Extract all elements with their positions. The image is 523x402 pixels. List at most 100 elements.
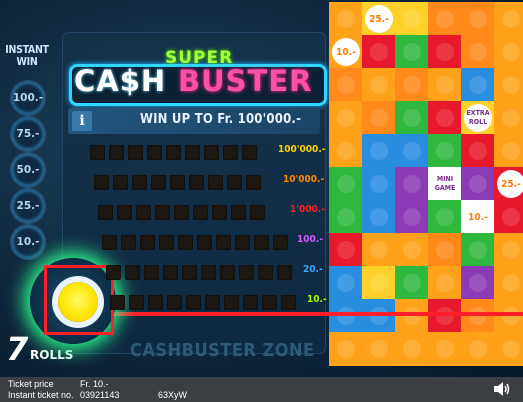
grid-cell — [362, 266, 396, 300]
instant-win-10: 10.- — [10, 224, 46, 260]
instant-win-title-line2: WIN — [16, 56, 38, 68]
grid-cell — [362, 167, 396, 201]
ticket-price-value: Fr. 10.- — [80, 379, 109, 389]
grid-token: 25.- — [365, 5, 393, 33]
grid-token: 10.- — [464, 203, 492, 231]
prize-slot — [166, 145, 181, 160]
grid-cell — [362, 200, 396, 234]
grid-cell — [329, 68, 363, 102]
prize-slot — [185, 145, 200, 160]
prize-label-20: 20.- — [303, 264, 323, 275]
prize-slot — [273, 235, 288, 250]
prize-slot — [136, 205, 151, 220]
instant-win-50: 50.- — [10, 152, 46, 188]
prize-slot — [220, 265, 235, 280]
grid-token: MINI GAME — [431, 170, 459, 198]
grid-cell — [428, 299, 462, 333]
grid-cell — [428, 332, 462, 366]
grid-cell — [395, 299, 429, 333]
speaker-icon[interactable] — [492, 380, 512, 398]
prize-slot — [102, 235, 117, 250]
grid-cell — [428, 101, 462, 135]
prize-slot — [231, 205, 246, 220]
ball[interactable] — [58, 282, 98, 322]
rolls-label: ROLLS — [30, 348, 74, 362]
prize-slot — [147, 145, 162, 160]
prize-slot — [182, 265, 197, 280]
prize-slot — [109, 145, 124, 160]
prize-slot — [216, 235, 231, 250]
instant-win-title: INSTANT WIN — [4, 44, 50, 68]
prize-slot — [254, 235, 269, 250]
prize-slot — [125, 265, 140, 280]
prize-slot — [129, 295, 144, 310]
ticket-no-value: 03921143 — [80, 390, 120, 400]
prize-slot — [250, 205, 265, 220]
grid-cell — [461, 134, 495, 168]
rolls-count: 7 — [6, 330, 29, 368]
prize-slot — [148, 295, 163, 310]
prize-slot — [243, 295, 258, 310]
grid-token: 10.- — [332, 38, 360, 66]
info-icon[interactable]: i — [72, 111, 92, 131]
prize-slot — [208, 175, 223, 190]
prize-slot — [204, 145, 219, 160]
prize-slot — [128, 145, 143, 160]
prize-slot — [151, 175, 166, 190]
prize-slot — [113, 175, 128, 190]
prize-slot — [189, 175, 204, 190]
grid-cell — [395, 35, 429, 69]
prize-slot — [159, 235, 174, 250]
prize-slot — [239, 265, 254, 280]
ticket-code: 63XyW — [158, 390, 188, 400]
prize-slot — [90, 145, 105, 160]
game-grid: 25.- 10.- EXTRA ROLL MINI GAME 25.- 10.- — [329, 0, 523, 377]
grid-cell — [494, 2, 523, 36]
prize-slot — [246, 175, 261, 190]
grid-cell — [428, 134, 462, 168]
grid-cell — [428, 35, 462, 69]
prize-slot — [144, 265, 159, 280]
grid-cell — [329, 134, 363, 168]
prize-slot — [193, 205, 208, 220]
prize-slot — [224, 295, 239, 310]
aim-line — [114, 312, 523, 316]
prize-slot — [212, 205, 227, 220]
grid-cell — [395, 332, 429, 366]
prize-slot — [277, 265, 292, 280]
grid-cell — [329, 2, 363, 36]
prize-slot — [117, 205, 132, 220]
grid-cell — [395, 167, 429, 201]
grid-cell — [395, 2, 429, 36]
grid-cell — [329, 266, 363, 300]
prize-slot — [155, 205, 170, 220]
grid-cell — [461, 299, 495, 333]
prize-label-10000: 10'000.- — [283, 174, 325, 185]
grid-cell — [494, 134, 523, 168]
prize-slot — [258, 265, 273, 280]
ticket-price-label: Ticket price — [8, 379, 54, 389]
grid-cell — [494, 332, 523, 366]
grid-cell — [494, 200, 523, 234]
logo-cash: CA$H — [74, 64, 167, 98]
prize-slot — [170, 175, 185, 190]
grid-cell — [395, 134, 429, 168]
prize-slot — [163, 265, 178, 280]
prize-slot — [121, 235, 136, 250]
prize-slot — [110, 295, 125, 310]
grid-cell — [494, 233, 523, 267]
grid-cell — [329, 167, 363, 201]
grid-cell — [461, 233, 495, 267]
prize-slot — [167, 295, 182, 310]
prize-slot — [197, 235, 212, 250]
instant-win-100: 100.- — [10, 80, 46, 116]
grid-cell — [494, 35, 523, 69]
grid-cell — [461, 332, 495, 366]
grid-cell — [494, 266, 523, 300]
cashbuster-zone-label: CASHBUSTER ZONE — [130, 340, 315, 361]
prize-slot — [223, 145, 238, 160]
grid-cell — [428, 200, 462, 234]
grid-cell — [329, 299, 363, 333]
prize-label-1000: 1'000.- — [290, 204, 325, 215]
prize-label-100: 100.- — [297, 234, 323, 245]
